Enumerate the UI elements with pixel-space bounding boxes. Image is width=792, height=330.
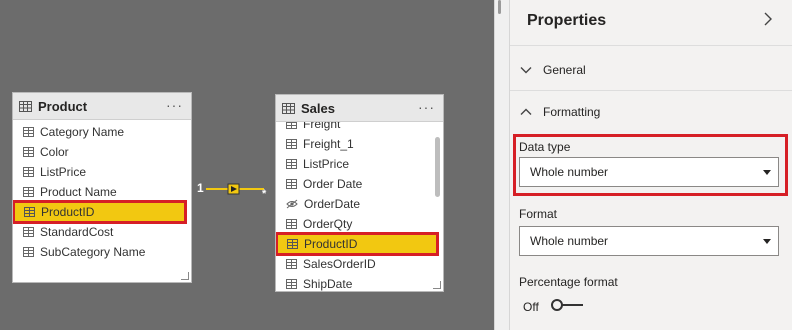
column-icon: [23, 167, 34, 177]
relationship-line[interactable]: [206, 182, 268, 196]
field-list-scrollbar[interactable]: [435, 137, 440, 197]
column-icon: [23, 147, 34, 157]
field-name: ShipDate: [303, 277, 353, 291]
pane-title: Properties: [527, 12, 607, 29]
relationship-one-label: 1: [197, 181, 204, 195]
column-icon: [23, 127, 34, 137]
dropdown-value: Whole number: [530, 234, 609, 248]
field-row[interactable]: Order Date: [276, 174, 443, 194]
general-section-header[interactable]: General: [520, 63, 586, 77]
sales-table-header[interactable]: Sales ···: [276, 95, 443, 122]
field-row[interactable]: StandardCost: [13, 222, 191, 242]
column-icon: [286, 259, 297, 269]
selected-field-row[interactable]: ProductID: [13, 200, 187, 224]
data-type-dropdown[interactable]: Whole number: [519, 157, 779, 187]
field-row[interactable]: Color: [13, 142, 191, 162]
table-icon: [19, 100, 32, 112]
product-table-header[interactable]: Product ···: [13, 93, 191, 120]
field-name: ListPrice: [40, 165, 87, 179]
section-label: General: [543, 63, 586, 77]
column-icon: [23, 187, 34, 197]
field-row[interactable]: Freight: [276, 122, 443, 134]
field-list[interactable]: Freight Freight_1 ListPrice Order Date O…: [276, 122, 443, 291]
field-row[interactable]: OrderQty: [276, 214, 443, 234]
field-name: OrderDate: [304, 197, 361, 211]
toggle-off-icon[interactable]: [549, 298, 585, 315]
column-icon: [286, 179, 297, 189]
column-icon: [286, 139, 297, 149]
table-title: Sales: [301, 100, 335, 116]
relationship-many-label: *: [262, 188, 267, 200]
toggle-state-label: Off: [523, 299, 539, 314]
percentage-format-label: Percentage format: [519, 275, 618, 289]
field-row[interactable]: SubCategory Name: [13, 242, 191, 262]
chevron-down-icon: [520, 66, 532, 74]
caret-down-icon: [762, 236, 772, 246]
field-row[interactable]: Freight_1: [276, 134, 443, 154]
field-row[interactable]: ListPrice: [276, 154, 443, 174]
data-type-label: Data type: [519, 140, 571, 154]
field-name: ProductID: [304, 237, 358, 251]
canvas-scrollbar[interactable]: [494, 0, 509, 330]
field-row[interactable]: Product Name: [13, 182, 191, 202]
field-name: Category Name: [40, 125, 125, 139]
field-name: SubCategory Name: [40, 245, 146, 259]
model-view-window: Product ··· Category Name Color ListPric…: [0, 0, 792, 330]
column-icon: [286, 122, 297, 129]
column-icon: [287, 239, 298, 249]
formatting-section-header[interactable]: Formatting: [520, 105, 600, 119]
column-icon: [286, 219, 297, 229]
section-label: Formatting: [543, 105, 601, 119]
more-options-button[interactable]: ···: [166, 97, 183, 113]
format-label: Format: [519, 207, 558, 221]
caret-down-icon: [762, 167, 772, 177]
field-name: SalesOrderID: [303, 257, 376, 271]
field-row[interactable]: ListPrice: [13, 162, 191, 182]
field-name: Freight_1: [303, 137, 354, 151]
field-name: Order Date: [303, 177, 363, 191]
model-canvas[interactable]: Product ··· Category Name Color ListPric…: [0, 0, 494, 330]
table-title: Product: [38, 98, 88, 114]
field-name: Color: [40, 145, 69, 159]
format-dropdown[interactable]: Whole number: [519, 226, 779, 256]
resize-grip[interactable]: [181, 272, 189, 280]
field-name: ProductID: [41, 205, 95, 219]
field-list: Category Name Color ListPrice Product Na…: [13, 120, 191, 282]
field-name: Product Name: [40, 185, 117, 199]
selected-field-row[interactable]: ProductID: [276, 232, 439, 256]
column-icon: [23, 227, 34, 237]
field-name: ListPrice: [303, 157, 350, 171]
column-icon: [286, 279, 297, 289]
product-table-card[interactable]: Product ··· Category Name Color ListPric…: [12, 92, 192, 283]
more-options-button[interactable]: ···: [418, 99, 435, 115]
resize-grip[interactable]: [433, 281, 441, 289]
table-icon: [282, 102, 295, 114]
field-row[interactable]: SalesOrderID: [276, 254, 443, 274]
sales-table-card[interactable]: Sales ··· Freight Freight_1 ListPrice Or…: [275, 94, 444, 292]
hidden-column-icon: [286, 199, 298, 209]
chevron-up-icon: [520, 108, 532, 116]
divider: [510, 90, 792, 91]
field-row[interactable]: Category Name: [13, 122, 191, 142]
divider: [510, 45, 792, 46]
field-row[interactable]: ShipDate: [276, 274, 443, 291]
field-name: StandardCost: [40, 225, 114, 239]
dropdown-value: Whole number: [530, 165, 609, 179]
column-icon: [24, 207, 35, 217]
field-row[interactable]: OrderDate: [276, 194, 443, 214]
percentage-format-toggle[interactable]: Off: [523, 298, 585, 315]
properties-pane: Properties General Formatting Data type …: [509, 0, 792, 330]
field-name: OrderQty: [303, 217, 353, 231]
column-icon: [23, 247, 34, 257]
field-name: Freight: [303, 122, 341, 131]
canvas-scrollbar-thumb[interactable]: [498, 0, 501, 14]
column-icon: [286, 159, 297, 169]
chevron-right-icon[interactable]: [762, 11, 774, 32]
